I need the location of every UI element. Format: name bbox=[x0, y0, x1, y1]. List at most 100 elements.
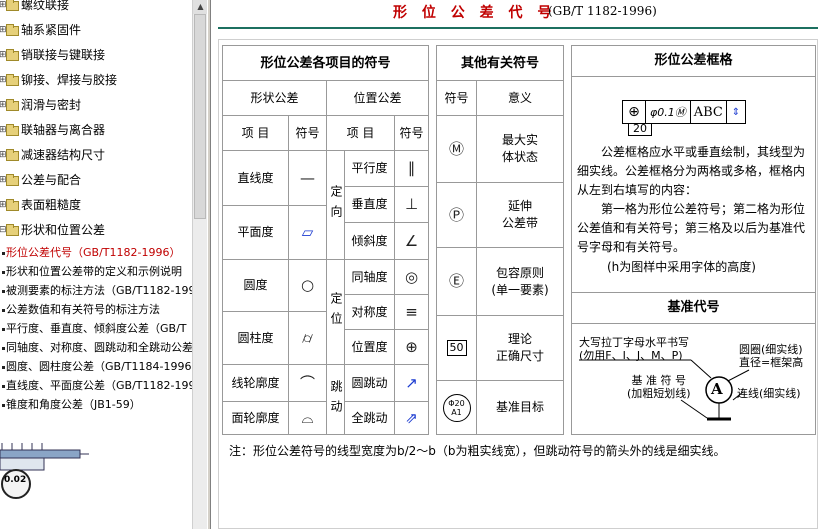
table-cell: 对称度 bbox=[344, 294, 395, 330]
tree-folder[interactable]: ⊞ 铆接、焊接与胶接 bbox=[0, 68, 192, 93]
column-header: 意义 bbox=[476, 80, 564, 116]
tree-leaf[interactable]: 公差数值和有关符号的标注方法 bbox=[0, 300, 192, 319]
tree-leaf-selected[interactable]: 形位公差代号（GB/T1182-1996） bbox=[0, 243, 192, 262]
angularity-icon: ∠ bbox=[394, 222, 429, 260]
surface-profile-icon: ⌓ bbox=[288, 401, 327, 435]
column-header: 符号 bbox=[394, 115, 429, 151]
concentricity-icon: ◎ bbox=[394, 259, 429, 295]
perpendicularity-icon: ⊥ bbox=[394, 186, 429, 223]
page-title: 形 位 公 差 代 号 bbox=[393, 5, 557, 21]
position-icon: ⊕ bbox=[623, 101, 646, 123]
frame-note: (h为图样中采用字体的高度) bbox=[607, 260, 756, 274]
tree-leaf[interactable]: 平行度、垂直度、倾斜度公差（GB/T bbox=[0, 319, 192, 338]
tree-leaf[interactable]: 锥度和角度公差（JB1-59） bbox=[0, 395, 192, 414]
cylindricity-icon: ⌭ bbox=[288, 311, 327, 365]
panel-header: 基准代号 bbox=[571, 292, 816, 324]
page-subtitle: (GB/T 1182-1996) bbox=[548, 4, 657, 18]
column-header: 符号 bbox=[288, 115, 327, 151]
page-icon bbox=[2, 365, 5, 369]
table-cell: 倾斜度 bbox=[344, 222, 395, 260]
scroll-up-icon[interactable]: ▲ bbox=[193, 0, 208, 14]
projected-zone-icon: Ⓟ bbox=[436, 182, 477, 248]
svg-text:0.02: 0.02 bbox=[4, 475, 26, 485]
footnote: 注：形位公差符号的线型宽度为b/2～b（b为粗实线宽），但跳动符号的箭头外的线是… bbox=[229, 444, 726, 458]
tree-folder[interactable]: ⊞ 轴系紧固件 bbox=[0, 18, 192, 43]
navigation-tree: ⊞ 螺纹联接 ⊞ 轴系紧固件 ⊞ 销联接与键联接 ⊞ 铆接、焊接与胶接 ⊞ 润滑与密封 ⊞… bbox=[0, 0, 192, 414]
frame-height-icon: ⇕ bbox=[731, 106, 741, 118]
tree-folder[interactable]: ⊞ 减速器结构尺寸 bbox=[0, 143, 192, 168]
datum-letter: A bbox=[711, 380, 723, 398]
page-icon bbox=[2, 270, 5, 274]
tree-leaf[interactable]: 被测要素的标注方法（GB/T1182-1996） bbox=[0, 281, 192, 300]
table-cell: 圆柱度 bbox=[222, 311, 289, 365]
column-group-header: 位置公差 bbox=[326, 80, 429, 116]
table-cell: 线轮廓度 bbox=[222, 364, 289, 402]
page-icon bbox=[2, 384, 5, 388]
page-icon bbox=[2, 289, 5, 293]
table-cell: 圆跳动 bbox=[344, 364, 395, 402]
tree-folder[interactable]: ⊞ 销联接与键联接 bbox=[0, 43, 192, 68]
envelope-icon: Ⓔ bbox=[436, 247, 477, 316]
table-cell: 全跳动 bbox=[344, 401, 395, 435]
folder-icon bbox=[6, 149, 19, 161]
column-header: 项 目 bbox=[326, 115, 395, 151]
table-cell: 同轴度 bbox=[344, 259, 395, 295]
folder-icon bbox=[6, 49, 19, 61]
group-label: 定向 bbox=[326, 150, 345, 260]
table-cell: 理论 正确尺寸 bbox=[476, 315, 564, 381]
datum-target-icon: Φ20 A1 bbox=[436, 380, 477, 435]
table-cell: 最大实 体状态 bbox=[476, 115, 564, 183]
tree-folder[interactable]: ⊞ 公差与配合 bbox=[0, 168, 192, 193]
frame-description: 第一格为形位公差符号；第二格为形位公差值和有关符号；第三格及以后为基准代号字母和… bbox=[577, 202, 806, 254]
panel-header: 形位公差框格 bbox=[571, 45, 816, 77]
tree-leaf[interactable]: 形状和位置公差带的定义和示例说明 bbox=[0, 262, 192, 281]
tree-leaf[interactable]: 同轴度、对称度、圆跳动和全跳动公差 bbox=[0, 338, 192, 357]
page-icon bbox=[2, 327, 5, 331]
column-group-header: 形状公差 bbox=[222, 80, 327, 116]
table-cell: 垂直度 bbox=[344, 186, 395, 223]
table-cell: 直线度 bbox=[222, 150, 289, 206]
page-icon bbox=[2, 403, 5, 407]
group-label: 跳动 bbox=[326, 364, 345, 435]
position-icon: ⊕ bbox=[394, 329, 429, 365]
folder-icon bbox=[6, 99, 19, 111]
page-icon bbox=[2, 308, 5, 312]
tree-folder[interactable]: ⊞ 润滑与密封 bbox=[0, 93, 192, 118]
table-cell: 基准目标 bbox=[476, 380, 564, 435]
column-header: 符号 bbox=[436, 80, 477, 116]
page-icon bbox=[2, 251, 5, 255]
straightness-icon: — bbox=[288, 150, 327, 206]
table-header: 其他有关符号 bbox=[436, 45, 564, 81]
caliper-image: 0.02 bbox=[0, 443, 89, 499]
tree-folder-expanded[interactable]: ⊟ 形状和位置公差 bbox=[0, 218, 192, 243]
tolerance-frame-example: ⊕ φ0.1Ⓜ ABC ⇕ bbox=[622, 100, 746, 124]
table-cell: 延伸 公差带 bbox=[476, 182, 564, 248]
total-runout-icon: ⇗ bbox=[394, 401, 429, 435]
frame-description: 公差框格应水平或垂直绘制，其线型为细实线。公差框格分为两格或多格，框格内从左到右… bbox=[577, 145, 806, 197]
circular-runout-icon: ↗ bbox=[394, 364, 429, 402]
open-folder-icon bbox=[6, 224, 19, 236]
table-cell: 平面度 bbox=[222, 205, 289, 260]
folder-icon bbox=[6, 74, 19, 86]
table-cell: 包容原则 (单一要素) bbox=[476, 247, 564, 316]
folder-icon bbox=[6, 199, 19, 211]
folder-icon bbox=[6, 0, 19, 11]
tree-folder[interactable]: ⊞ 表面粗糙度 bbox=[0, 193, 192, 218]
page-icon bbox=[2, 346, 5, 350]
line-profile-icon: ⌒ bbox=[288, 364, 327, 402]
table-cell: 平行度 bbox=[344, 150, 395, 187]
dimension-label: 20 bbox=[628, 123, 652, 136]
tree-folder[interactable]: ⊞ 螺纹联接 bbox=[0, 0, 192, 18]
tree-leaf[interactable]: 圆度、圆柱度公差（GB/T1184-1996） bbox=[0, 357, 192, 376]
table-cell: 位置度 bbox=[344, 329, 395, 365]
frame-value: φ0.1Ⓜ bbox=[646, 101, 691, 123]
theoretical-dimension-icon: 50 bbox=[436, 315, 477, 381]
datum-diagram bbox=[579, 359, 750, 421]
tree-leaf[interactable]: 直线度、平面度公差（GB/T1182-1996） bbox=[0, 376, 192, 395]
flatness-icon: ▱ bbox=[288, 205, 327, 260]
tree-scrollbar[interactable]: ▲ bbox=[192, 0, 208, 529]
tree-folder[interactable]: ⊞ 联轴器与离合器 bbox=[0, 118, 192, 143]
frame-datum: ABC bbox=[691, 101, 727, 123]
scrollbar-thumb[interactable] bbox=[194, 14, 206, 219]
table-header: 形位公差各项目的符号 bbox=[222, 45, 429, 81]
